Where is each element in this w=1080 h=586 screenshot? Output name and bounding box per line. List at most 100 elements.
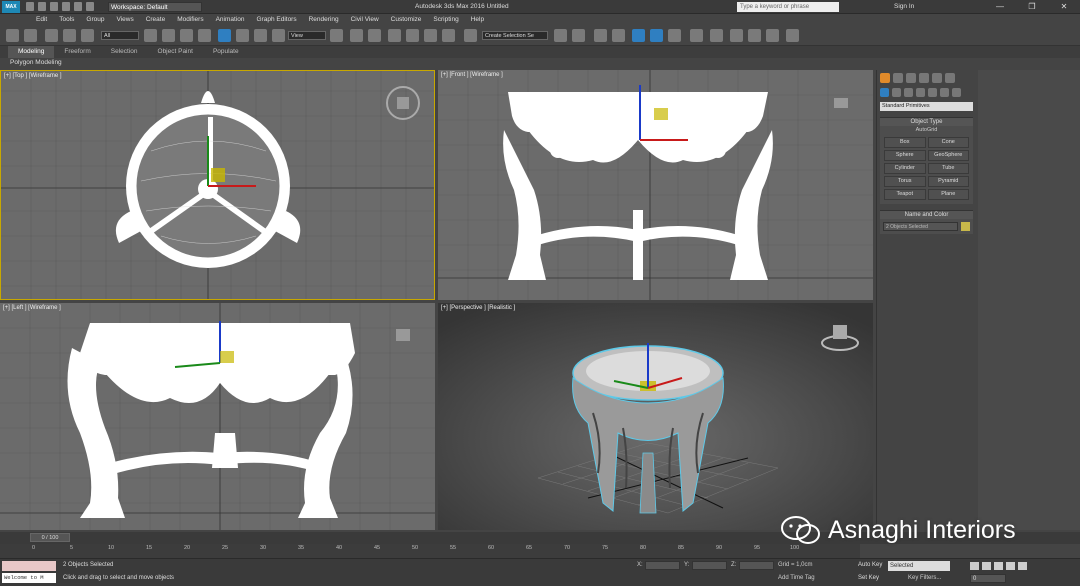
add-time-tag[interactable]: Add Time Tag xyxy=(778,575,815,581)
shapes-icon[interactable] xyxy=(892,88,901,97)
menu-rendering[interactable]: Rendering xyxy=(303,14,345,26)
project-folder-icon[interactable] xyxy=(86,2,94,11)
snaps-toggle-icon[interactable] xyxy=(388,29,401,42)
table-left-view[interactable] xyxy=(67,323,356,518)
current-frame-field[interactable]: 0 xyxy=(970,574,1006,583)
toggle-ribbon-icon[interactable] xyxy=(612,29,625,42)
play-icon[interactable] xyxy=(994,562,1003,570)
open-file-icon[interactable] xyxy=(38,2,46,11)
maximize-button[interactable]: ❐ xyxy=(1016,0,1048,14)
menu-modifiers[interactable]: Modifiers xyxy=(171,14,209,26)
menu-tools[interactable]: Tools xyxy=(53,14,80,26)
manipulate-icon[interactable] xyxy=(350,29,363,42)
torus-button[interactable]: Torus xyxy=(884,176,926,187)
go-to-end-icon[interactable] xyxy=(1018,562,1027,570)
key-mode-dropdown[interactable]: Selected xyxy=(888,561,950,571)
curve-editor-icon[interactable] xyxy=(632,29,645,42)
viewport-left[interactable]: [+] [Left ] [Wireframe ] xyxy=(0,303,435,530)
menu-graph-editors[interactable]: Graph Editors xyxy=(251,14,303,26)
viewport-perspective[interactable]: [+] [Perspective ] [Realistic ] xyxy=(438,303,873,530)
next-frame-icon[interactable] xyxy=(1006,562,1015,570)
select-object-icon[interactable] xyxy=(144,29,157,42)
modify-tab-icon[interactable] xyxy=(893,73,903,83)
menu-views[interactable]: Views xyxy=(110,14,139,26)
material-editor-icon[interactable] xyxy=(668,29,681,42)
redo-icon[interactable] xyxy=(74,2,82,11)
select-and-scale-icon[interactable] xyxy=(254,29,267,42)
menu-edit[interactable]: Edit xyxy=(30,14,53,26)
name-and-color-header[interactable]: Name and Color xyxy=(880,210,973,219)
tab-modeling[interactable]: Modeling xyxy=(8,46,55,58)
pyramid-button[interactable]: Pyramid xyxy=(927,176,969,187)
render-iterative-icon[interactable] xyxy=(786,29,799,42)
object-color-swatch[interactable] xyxy=(961,222,970,231)
workspace-dropdown[interactable]: Workspace: Default xyxy=(108,2,202,12)
menu-scripting[interactable]: Scripting xyxy=(427,14,464,26)
link-icon[interactable] xyxy=(45,29,58,42)
viewport-label-perspective[interactable]: [+] [Perspective ] [Realistic ] xyxy=(441,305,515,311)
lights-icon[interactable] xyxy=(904,88,913,97)
y-coordinate-field[interactable] xyxy=(692,561,727,570)
maxscript-listener-mini[interactable] xyxy=(2,561,56,571)
go-to-start-icon[interactable] xyxy=(970,562,979,570)
viewport-label-front[interactable]: [+] [Front ] [Wireframe ] xyxy=(441,72,503,78)
sphere-button[interactable]: Sphere xyxy=(884,150,926,161)
auto-key-button[interactable]: Auto Key xyxy=(858,562,882,568)
named-selection-dropdown[interactable]: Create Selection Se xyxy=(482,31,548,40)
create-tab-icon[interactable] xyxy=(880,73,890,83)
layer-manager-icon[interactable] xyxy=(594,29,607,42)
search-input[interactable]: Type a keyword or phrase xyxy=(737,2,839,12)
menu-customize[interactable]: Customize xyxy=(385,14,428,26)
pivot-center-icon[interactable] xyxy=(330,29,343,42)
rectangular-selection-icon[interactable] xyxy=(180,29,193,42)
save-file-icon[interactable] xyxy=(50,2,58,11)
render-in-cloud-icon[interactable] xyxy=(748,29,761,42)
place-icon[interactable] xyxy=(272,29,285,42)
object-type-header[interactable]: Object Type xyxy=(880,117,973,126)
close-button[interactable]: ✕ xyxy=(1048,0,1080,14)
render-production-icon[interactable] xyxy=(730,29,743,42)
tab-populate[interactable]: Populate xyxy=(203,46,249,58)
app-logo[interactable]: MAX xyxy=(2,1,20,13)
table-front-view[interactable] xyxy=(503,92,773,280)
cameras-icon[interactable] xyxy=(916,88,925,97)
geosphere-button[interactable]: GeoSphere xyxy=(927,150,969,161)
redo-icon[interactable] xyxy=(24,29,37,42)
sign-in-button[interactable]: Sign In xyxy=(894,3,914,10)
viewport-top[interactable]: [+] [Top ] [Wireframe ] xyxy=(0,70,435,300)
key-filters-button[interactable]: Key Filters... xyxy=(908,575,941,581)
percent-snap-icon[interactable] xyxy=(424,29,437,42)
track-bar[interactable]: 0 5 10 15 20 25 30 35 40 45 50 55 60 65 … xyxy=(0,544,860,558)
cylinder-button[interactable]: Cylinder xyxy=(884,163,926,174)
geometry-icon[interactable] xyxy=(880,88,889,97)
x-coordinate-field[interactable] xyxy=(645,561,680,570)
menu-civil-view[interactable]: Civil View xyxy=(345,14,385,26)
teapot-button[interactable]: Teapot xyxy=(884,189,926,200)
cone-button[interactable]: Cone xyxy=(927,137,969,148)
menu-create[interactable]: Create xyxy=(140,14,172,26)
a360-gallery-icon[interactable] xyxy=(766,29,779,42)
hierarchy-tab-icon[interactable] xyxy=(906,73,916,83)
select-by-name-icon[interactable] xyxy=(162,29,175,42)
minimize-button[interactable]: — xyxy=(984,0,1016,14)
angle-snap-icon[interactable] xyxy=(406,29,419,42)
undo-icon[interactable] xyxy=(6,29,19,42)
set-key-button[interactable]: Set Key xyxy=(858,575,879,581)
reference-coordinate-dropdown[interactable]: View xyxy=(288,31,326,40)
select-and-move-icon[interactable] xyxy=(218,29,231,42)
previous-frame-icon[interactable] xyxy=(982,562,991,570)
window-crossing-icon[interactable] xyxy=(198,29,211,42)
space-warps-icon[interactable] xyxy=(940,88,949,97)
object-name-field[interactable]: 2 Objects Selected xyxy=(883,222,958,231)
box-button[interactable]: Box xyxy=(884,137,926,148)
rendered-frame-window-icon[interactable] xyxy=(710,29,723,42)
maxscript-input[interactable]: Welcome to M xyxy=(2,573,56,583)
mirror-icon[interactable] xyxy=(554,29,567,42)
undo-icon[interactable] xyxy=(62,2,70,11)
autogrid-checkbox[interactable]: AutoGrid xyxy=(880,126,973,135)
z-coordinate-field[interactable] xyxy=(739,561,774,570)
systems-icon[interactable] xyxy=(952,88,961,97)
render-setup-icon[interactable] xyxy=(690,29,703,42)
spinner-snap-icon[interactable] xyxy=(442,29,455,42)
menu-group[interactable]: Group xyxy=(80,14,110,26)
